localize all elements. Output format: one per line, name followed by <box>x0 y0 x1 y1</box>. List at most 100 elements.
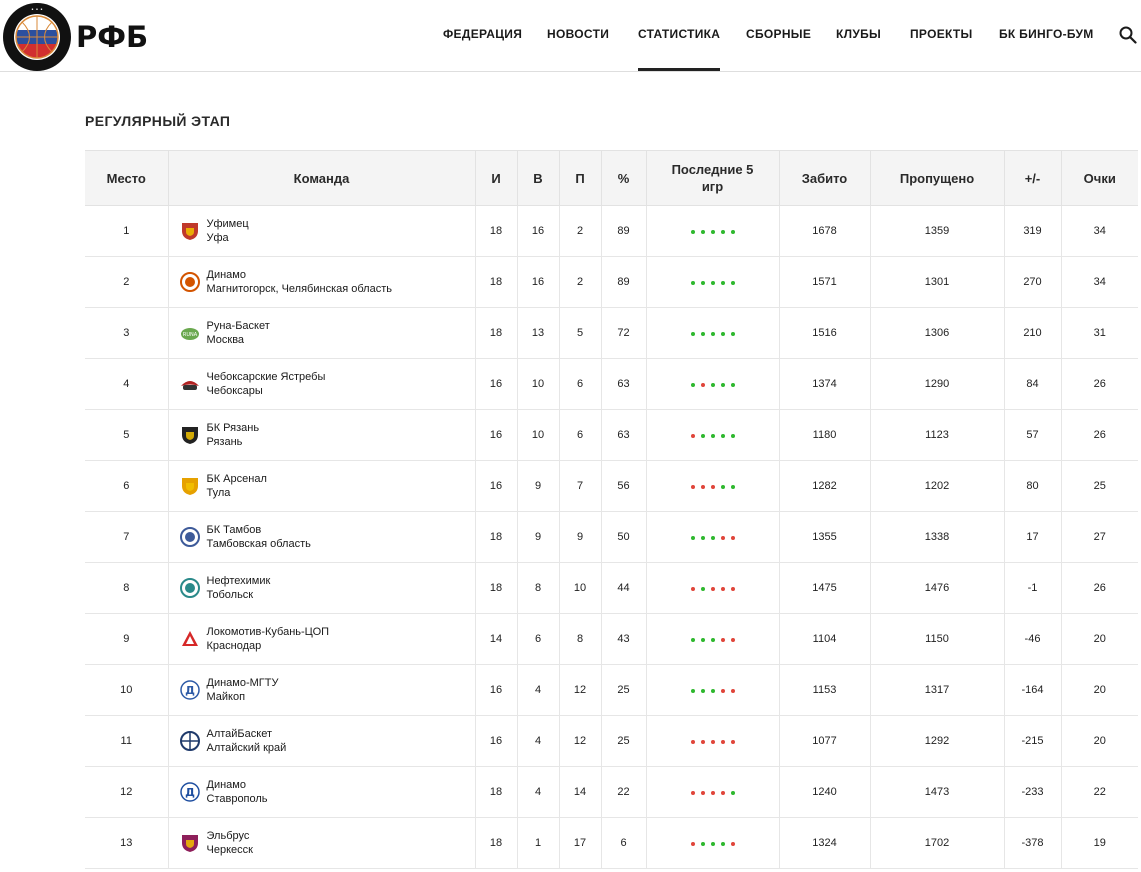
col-header-losses[interactable]: П <box>559 150 602 206</box>
percent-cell: 89 <box>601 256 647 308</box>
col-header-team[interactable]: Команда <box>168 150 476 206</box>
allowed-cell: 1306 <box>870 307 1005 359</box>
points-cell: 20 <box>1061 715 1138 767</box>
nav-projects[interactable]: ПРОЕКТЫ <box>910 0 973 71</box>
nav-bingo-boom[interactable]: БК БИНГО-БУМ <box>999 0 1094 71</box>
col-header-games[interactable]: И <box>475 150 518 206</box>
win-dot-icon <box>730 791 735 795</box>
table-row[interactable]: 12 Д Динамо Ставрополь 18 4 14 22 1240 1473 -233 22 <box>85 766 1138 818</box>
win-dot-icon <box>730 281 735 285</box>
win-dot-icon <box>700 689 705 693</box>
table-row[interactable]: 3 RUNA Руна-Баскет Москва 18 13 5 72 1516 1306 210… <box>85 307 1138 359</box>
col-header-last5[interactable]: Последние 5 игр <box>646 150 780 206</box>
col-header-allowed[interactable]: Пропущено <box>870 150 1005 206</box>
col-header-points[interactable]: Очки <box>1061 150 1138 206</box>
team-city: Ставрополь <box>206 793 268 805</box>
team-name[interactable]: АлтайБаскет <box>207 727 287 741</box>
team-cell[interactable]: БК Арсенал Тула <box>168 460 476 512</box>
loss-dot-icon <box>690 434 695 438</box>
team-name[interactable]: Динамо-МГТУ <box>207 676 279 690</box>
team-cell[interactable]: Уфимец Уфа <box>168 205 476 257</box>
team-cell[interactable]: Нефтехимик Тобольск <box>168 562 476 614</box>
team-name[interactable]: Локомотив-Кубань-ЦОП <box>207 625 330 639</box>
place-cell: 4 <box>85 358 169 410</box>
scored-cell: 1282 <box>779 460 871 512</box>
team-cell[interactable]: Чебоксарские Ястребы Чебоксары <box>168 358 476 410</box>
losses-cell: 2 <box>559 205 602 257</box>
team-cell[interactable]: БК Рязань Рязань <box>168 409 476 461</box>
diff-cell: 210 <box>1004 307 1062 359</box>
team-cell[interactable]: Локомотив-Кубань-ЦОП Краснодар <box>168 613 476 665</box>
allowed-cell: 1476 <box>870 562 1005 614</box>
nav-news[interactable]: НОВОСТИ <box>547 0 609 71</box>
col-header-place[interactable]: Место <box>85 150 169 206</box>
scored-cell: 1475 <box>779 562 871 614</box>
allowed-cell: 1150 <box>870 613 1005 665</box>
nav-national-teams[interactable]: СБОРНЫЕ <box>746 0 811 71</box>
team-cell[interactable]: БК Тамбов Тамбовская область <box>168 511 476 563</box>
last5-cell <box>646 307 780 359</box>
team-name[interactable]: Чебоксарские Ястребы <box>207 370 326 384</box>
table-row[interactable]: 9 Локомотив-Кубань-ЦОП Краснодар 14 6 8 43 1104… <box>85 613 1138 665</box>
team-name[interactable]: БК Рязань <box>207 421 260 435</box>
table-row[interactable]: 2 Динамо Магнитогорск, Челябинская область… <box>85 256 1138 308</box>
team-name[interactable]: Эльбрус <box>207 829 253 843</box>
team-cell[interactable]: Д Динамо-МГТУ Майкоп <box>168 664 476 716</box>
table-row[interactable]: 11 АлтайБаскет Алтайский край 16 4 12 25 1077 12… <box>85 715 1138 767</box>
team-cell[interactable]: RUNA Руна-Баскет Москва <box>168 307 476 359</box>
team-text: Динамо Ставрополь <box>207 778 268 806</box>
loss-dot-icon <box>730 536 735 540</box>
col-header-scored[interactable]: Забито <box>779 150 871 206</box>
table-row[interactable]: 10 Д Динамо-МГТУ Майкоп 16 4 12 25 1153 1317 -164 2… <box>85 664 1138 716</box>
table-row[interactable]: 8 Нефтехимик Тобольск 18 8 10 44 1475 1476 -1 26 <box>85 562 1138 614</box>
win-dot-icon <box>690 383 695 387</box>
percent-cell: 6 <box>601 817 647 869</box>
team-cell[interactable]: Эльбрус Черкесск <box>168 817 476 869</box>
table-row[interactable]: 7 БК Тамбов Тамбовская область 18 9 9 50 1355 13… <box>85 511 1138 563</box>
team-name[interactable]: Динамо <box>207 778 268 792</box>
games-cell: 16 <box>475 460 518 512</box>
lokomotiv-kuban-logo-icon <box>181 631 198 646</box>
team-name[interactable]: БК Тамбов <box>207 523 311 537</box>
table-row[interactable]: 6 БК Арсенал Тула 16 9 7 56 1282 1202 80 25 <box>85 460 1138 512</box>
games-cell: 18 <box>475 307 518 359</box>
team-cell[interactable]: Динамо Магнитогорск, Челябинская область <box>168 256 476 308</box>
team-name[interactable]: Уфимец <box>207 217 249 231</box>
wins-cell: 9 <box>517 460 560 512</box>
win-dot-icon <box>690 536 695 540</box>
col-header-percent[interactable]: % <box>601 150 647 206</box>
losses-cell: 9 <box>559 511 602 563</box>
scored-cell: 1153 <box>779 664 871 716</box>
wins-cell: 9 <box>517 511 560 563</box>
win-dot-icon <box>730 434 735 438</box>
table-row[interactable]: 13 Эльбрус Черкесск 18 1 17 6 1324 1702 -378 19 <box>85 817 1138 869</box>
loss-dot-icon <box>690 485 695 489</box>
nav-statistics[interactable]: СТАТИСТИКА <box>638 0 721 71</box>
wins-cell: 1 <box>517 817 560 869</box>
runa-logo-icon: RUNA <box>180 328 199 340</box>
loss-dot-icon <box>720 587 725 591</box>
col-header-wins[interactable]: В <box>517 150 560 206</box>
nav-clubs[interactable]: КЛУБЫ <box>836 0 881 71</box>
scored-cell: 1104 <box>779 613 871 665</box>
team-text: Руна-Баскет Москва <box>207 319 270 347</box>
team-cell[interactable]: Д Динамо Ставрополь <box>168 766 476 818</box>
col-header-diff[interactable]: +/- <box>1004 150 1062 206</box>
table-row[interactable]: 5 БК Рязань Рязань 16 10 6 63 1180 1123 57 26 <box>85 409 1138 461</box>
team-cell[interactable]: АлтайБаскет Алтайский край <box>168 715 476 767</box>
team-name[interactable]: Динамо <box>207 268 393 282</box>
team-name[interactable]: Нефтехимик <box>207 574 271 588</box>
win-dot-icon <box>710 332 715 336</box>
team-name[interactable]: Руна-Баскет <box>207 319 270 333</box>
team-name[interactable]: БК Арсенал <box>207 472 267 486</box>
team-info: БК Рязань Рязань <box>179 421 475 449</box>
table-row[interactable]: 4 Чебоксарские Ястребы Чебоксары 16 10 6 63 137… <box>85 358 1138 410</box>
scored-cell: 1077 <box>779 715 871 767</box>
table-row[interactable]: 1 Уфимец Уфа 18 16 2 89 1678 1359 319 34 <box>85 205 1138 257</box>
nav-federation[interactable]: ФЕДЕРАЦИЯ <box>443 0 522 71</box>
win-dot-icon <box>730 332 735 336</box>
team-city: Рязань <box>206 436 243 448</box>
bk-ryazan-logo-icon <box>181 427 198 444</box>
search-icon[interactable] <box>1119 26 1137 44</box>
team-city: Чебоксары <box>206 385 263 397</box>
